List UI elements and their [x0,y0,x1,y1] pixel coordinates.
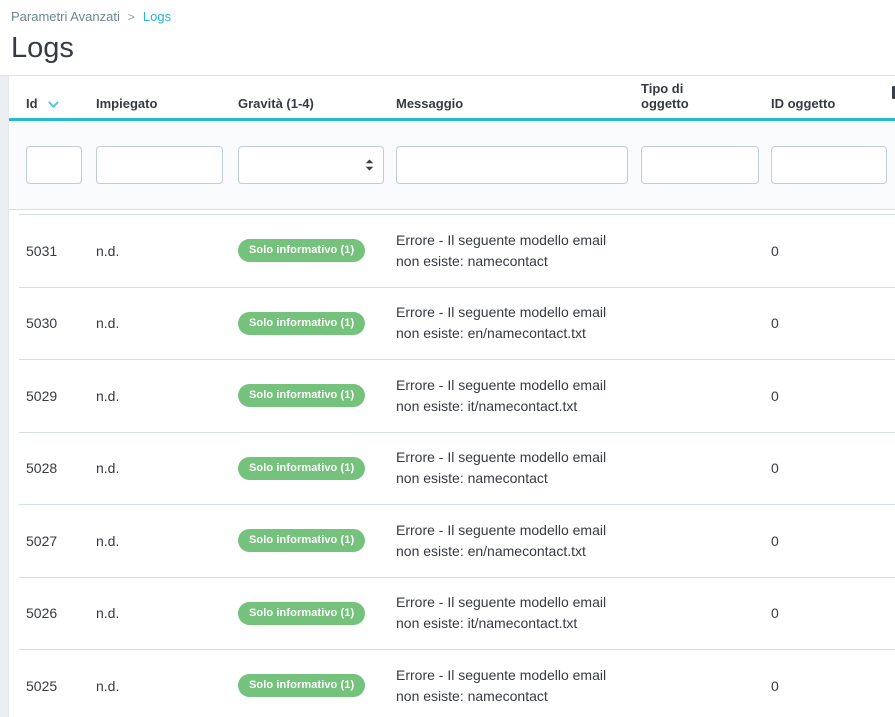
message-line-1: Errore - Il seguente modello email [396,304,607,321]
log-rows: 5031 n.d. Solo informativo (1) Errore - … [19,214,895,717]
severity-badge: Solo informativo (1) [238,601,366,625]
message-line-2: non esiste: en/namecontact.txt [396,542,586,559]
cell-id: 5031 [26,242,58,259]
cell-tipo-oggetto [641,650,771,717]
severity-badge: Solo informativo (1) [238,239,366,263]
message-line-1: Errore - Il seguente modello email [396,231,607,248]
cell-id-oggetto: 0 [771,387,779,404]
cell-id-oggetto: 0 [771,677,779,694]
cell-gravita: Solo informativo (1) [238,650,396,717]
cell-tipo-oggetto [641,578,771,650]
cell-gravita: Solo informativo (1) [238,360,396,432]
column-header-messaggio[interactable]: Messaggio [396,96,641,118]
table-row[interactable]: 5030 n.d. Solo informativo (1) Errore - … [19,286,895,360]
cell-gravita: Solo informativo (1) [238,288,396,360]
breadcrumb-current-link[interactable]: Logs [143,9,171,24]
cell-messaggio: Errore - Il seguente modello email non e… [396,650,641,717]
breadcrumb-parent-link[interactable]: Parametri Avanzati [11,9,120,24]
cell-tipo-oggetto [641,505,771,577]
filter-tipo-oggetto-input[interactable] [641,146,759,184]
breadcrumb: Parametri Avanzati > Logs [11,9,895,24]
page-header: Parametri Avanzati > Logs Logs [0,0,895,76]
column-header-id-oggetto[interactable]: ID oggetto [771,96,892,118]
cell-impiegato: n.d. [96,242,120,259]
message-line-2: non esiste: it/namecontact.txt [396,397,578,414]
cell-messaggio: Errore - Il seguente modello email non e… [396,215,641,287]
severity-badge: Solo informativo (1) [238,311,366,335]
message-line-2: non esiste: namecontact [396,470,548,487]
cell-id: 5026 [26,605,58,622]
message-line-1: Errore - Il seguente modello email [396,666,607,683]
cell-id-oggetto: 0 [771,460,779,477]
filter-id-input[interactable] [26,146,82,184]
cell-id: 5027 [26,532,58,549]
cell-id-oggetto: 0 [771,605,779,622]
cell-messaggio: Errore - Il seguente modello email non e… [396,578,641,650]
table-row[interactable]: 5028 n.d. Solo informativo (1) Errore - … [19,431,895,505]
breadcrumb-separator: > [127,9,135,24]
severity-badge: Solo informativo (1) [238,529,366,553]
filter-id-oggetto-input[interactable] [771,146,887,184]
message-line-2: non esiste: en/namecontact.txt [396,325,586,342]
cell-id: 5028 [26,460,58,477]
table-row[interactable]: 5025 n.d. Solo informativo (1) Errore - … [19,649,895,717]
message-line-2: non esiste: namecontact [396,252,548,269]
cell-tipo-oggetto [641,360,771,432]
cell-id-oggetto: 0 [771,242,779,259]
severity-badge: Solo informativo (1) [238,384,366,408]
cell-messaggio: Errore - Il seguente modello email non e… [396,433,641,505]
cell-tipo-oggetto [641,215,771,287]
table-filter-row [9,121,895,210]
message-line-1: Errore - Il seguente modello email [396,594,607,611]
message-line-1: Errore - Il seguente modello email [396,449,607,466]
cell-id-oggetto: 0 [771,315,779,332]
cell-tipo-oggetto [641,433,771,505]
sort-chevron-down-icon[interactable] [48,101,59,111]
table-row[interactable]: 5027 n.d. Solo informativo (1) Errore - … [19,504,895,577]
table-header-row: Id Impiegato Gravità (1-4) Messaggio Tip… [9,76,895,121]
cell-impiegato: n.d. [96,387,120,404]
cell-messaggio: Errore - Il seguente modello email non e… [396,360,641,432]
message-line-2: non esiste: it/namecontact.txt [396,615,578,632]
logs-table-card: Id Impiegato Gravità (1-4) Messaggio Tip… [8,76,895,717]
cell-impiegato: n.d. [96,532,120,549]
cell-impiegato: n.d. [96,460,120,477]
filter-impiegato-input[interactable] [96,146,223,184]
table-row[interactable]: 5031 n.d. Solo informativo (1) Errore - … [19,214,895,287]
content-area: Id Impiegato Gravità (1-4) Messaggio Tip… [0,76,895,717]
message-line-2: non esiste: namecontact [396,687,548,704]
cell-id: 5029 [26,387,58,404]
cell-impiegato: n.d. [96,315,120,332]
column-header-tipo-oggetto[interactable]: Tipo di oggetto [641,81,771,118]
severity-badge: Solo informativo (1) [238,456,366,480]
cell-impiegato: n.d. [96,677,120,694]
filter-gravita-select[interactable] [238,146,384,184]
cell-gravita: Solo informativo (1) [238,215,396,287]
table-row[interactable]: 5029 n.d. Solo informativo (1) Errore - … [19,359,895,432]
cell-gravita: Solo informativo (1) [238,505,396,577]
severity-badge: Solo informativo (1) [238,674,366,698]
table-row[interactable]: 5026 n.d. Solo informativo (1) Errore - … [19,576,895,650]
message-line-1: Errore - Il seguente modello email [396,521,607,538]
cell-id: 5025 [26,677,58,694]
column-header-id[interactable]: Id [26,96,96,118]
cell-gravita: Solo informativo (1) [238,578,396,650]
column-header-gravita[interactable]: Gravità (1-4) [238,96,396,118]
cell-impiegato: n.d. [96,605,120,622]
cell-messaggio: Errore - Il seguente modello email non e… [396,288,641,360]
message-line-1: Errore - Il seguente modello email [396,376,607,393]
cell-messaggio: Errore - Il seguente modello email non e… [396,505,641,577]
page-title: Logs [11,32,74,64]
cell-id-oggetto: 0 [771,532,779,549]
column-header-impiegato[interactable]: Impiegato [96,96,238,118]
cell-tipo-oggetto [641,288,771,360]
cell-gravita: Solo informativo (1) [238,433,396,505]
cell-id: 5030 [26,315,58,332]
filter-messaggio-input[interactable] [396,146,628,184]
